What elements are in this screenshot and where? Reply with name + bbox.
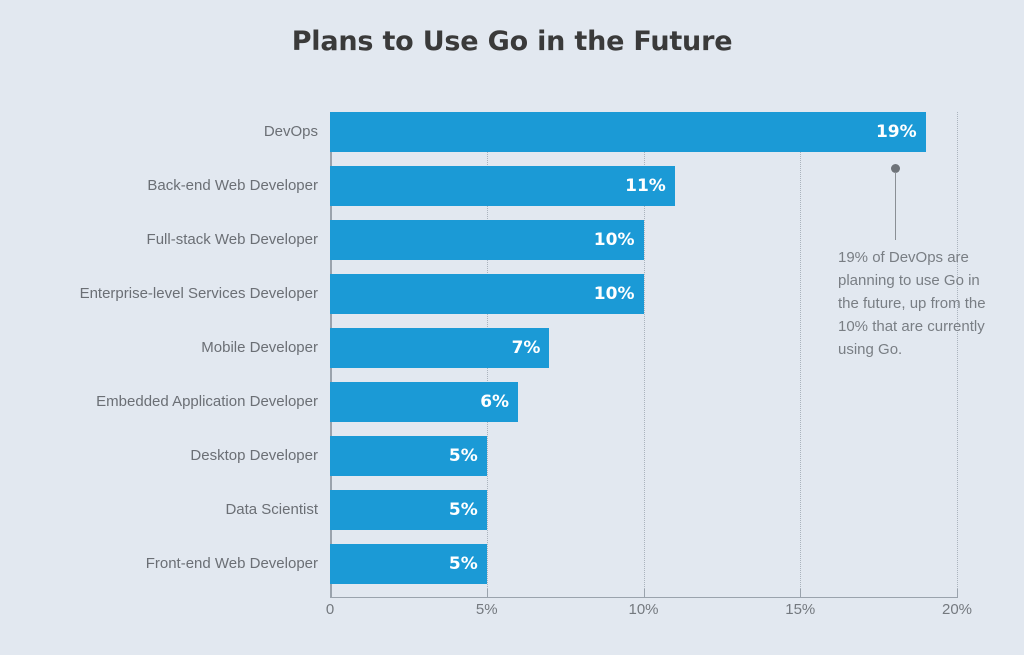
x-tick-label: 5% — [475, 601, 498, 618]
bar[interactable]: 6% — [330, 382, 519, 422]
bar[interactable]: 11% — [330, 166, 675, 206]
x-tick-label: 10% — [628, 601, 659, 618]
bar-row[interactable]: 5% — [330, 436, 957, 476]
x-tick-mark — [643, 589, 645, 598]
bar-value-label: 5% — [448, 446, 478, 466]
category-label: Desktop Developer — [190, 447, 318, 464]
category-label: Enterprise-level Services Developer — [79, 285, 318, 302]
category-label: Embedded Application Developer — [96, 393, 318, 410]
bar[interactable]: 19% — [330, 112, 926, 152]
bar[interactable]: 7% — [330, 328, 550, 368]
bar-value-label: 5% — [448, 554, 478, 574]
category-label: DevOps — [263, 123, 318, 140]
bar-row[interactable]: 11% — [330, 166, 957, 206]
x-tick-mark — [486, 589, 488, 598]
x-tick-mark — [800, 589, 802, 598]
bar-value-label: 10% — [593, 230, 635, 250]
annotation-text: 19% of DevOps are planning to use Go in … — [838, 249, 986, 358]
bar-value-label: 7% — [511, 338, 541, 358]
bar-value-label: 5% — [448, 500, 478, 520]
category-label: Front-end Web Developer — [145, 555, 318, 572]
bar-value-label: 10% — [593, 284, 635, 304]
annotation-pointer-line — [895, 172, 896, 240]
x-tick-label: 0 — [325, 601, 335, 618]
bar[interactable]: 10% — [330, 274, 644, 314]
bar-value-label: 6% — [480, 392, 510, 412]
category-label: Data Scientist — [225, 501, 318, 518]
chart-title: Plans to Use Go in the Future — [291, 26, 733, 57]
bar[interactable]: 5% — [330, 490, 487, 530]
bar-row[interactable]: 19% — [330, 112, 957, 152]
x-tick-label: 15% — [785, 601, 816, 618]
bar[interactable]: 5% — [330, 544, 487, 584]
category-label: Back-end Web Developer — [147, 177, 318, 194]
x-tick-label: 20% — [941, 601, 973, 618]
category-label: Mobile Developer — [201, 339, 318, 356]
chart-page: Plans to Use Go in the Future 19% 11% 10% 1… — [0, 0, 1024, 655]
bar-row[interactable]: 6% — [330, 382, 957, 422]
bar-row[interactable]: 5% — [330, 544, 957, 584]
bar-value-label: 11% — [625, 176, 666, 196]
x-tick-mark — [957, 589, 958, 598]
bar[interactable]: 10% — [330, 220, 644, 260]
bar[interactable]: 5% — [330, 436, 487, 476]
bar-value-label: 19% — [875, 122, 917, 142]
x-tick-mark — [330, 589, 331, 598]
category-label: Full-stack Web Developer — [146, 231, 318, 248]
bar-row[interactable]: 5% — [330, 490, 957, 530]
